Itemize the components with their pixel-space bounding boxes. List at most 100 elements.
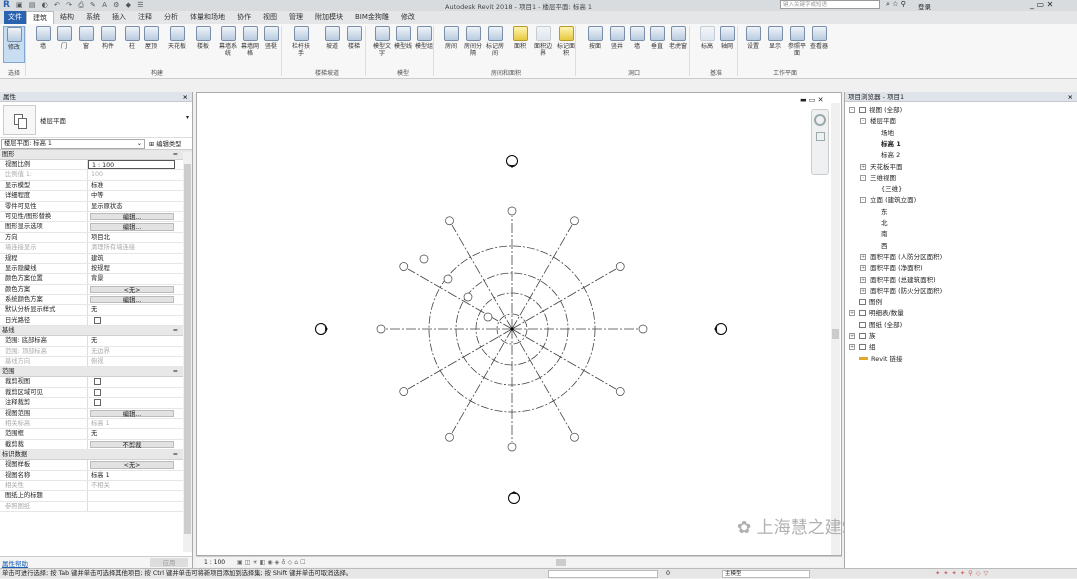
browser-node[interactable]: 西 (881, 242, 888, 251)
ribbon-button-9[interactable]: 幕墙系统 (217, 26, 239, 57)
account-icons[interactable]: ⌕ ☆ ⚲ (886, 0, 906, 9)
browser-node[interactable]: - 三维视图 (860, 174, 896, 183)
ribbon-button-4[interactable]: 构件 (97, 26, 119, 50)
center-point[interactable] (510, 327, 514, 331)
window-controls[interactable]: _ ▭ ✕ (1030, 0, 1053, 9)
ribbon-button-29[interactable]: 标高 (696, 26, 718, 50)
tab-11[interactable]: BIM金狗雕 (349, 11, 395, 24)
browser-node[interactable]: 图例 (859, 298, 882, 307)
property-value[interactable]: 无 (88, 429, 175, 438)
view-window-controls[interactable]: ▬ ▭ ✕ (800, 96, 824, 104)
property-button[interactable]: 编辑... (90, 223, 174, 231)
ribbon-button-13[interactable]: 坡道 (321, 26, 343, 50)
ribbon-button-27[interactable]: 垂直 (646, 26, 668, 50)
radial-grid-line[interactable] (451, 328, 513, 434)
navigation-bar[interactable] (811, 109, 829, 175)
arc-grid-bubble[interactable] (419, 254, 429, 264)
collapse-icon[interactable]: - (849, 107, 855, 113)
expand-icon[interactable]: + (860, 287, 866, 294)
apply-button[interactable]: 应用 (150, 558, 188, 567)
browser-node[interactable]: - 视图 (全部) (849, 106, 902, 115)
property-value[interactable]: 按规程 (88, 264, 175, 273)
grid-bubble[interactable] (615, 387, 625, 396)
property-value[interactable]: 项目北 (88, 233, 175, 242)
browser-node[interactable]: + 明细表/数量 (849, 309, 904, 318)
property-value[interactable]: 无 (88, 305, 175, 314)
property-value[interactable]: 建筑 (88, 254, 175, 263)
property-checkbox[interactable] (94, 388, 101, 396)
property-section-header[interactable]: 图形 ≈ (0, 150, 192, 160)
property-checkbox[interactable] (94, 399, 101, 407)
ribbon-button-18[interactable]: 房间 (440, 26, 462, 50)
radial-grid-line[interactable] (407, 268, 513, 330)
tab-3[interactable]: 插入 (106, 11, 132, 24)
ribbon-button-24[interactable]: 按面 (584, 26, 606, 50)
grid-bubble[interactable] (638, 324, 648, 334)
collapse-icon[interactable]: - (860, 174, 866, 181)
arc-grid-bubble[interactable] (443, 274, 453, 284)
close-icon[interactable]: × (1068, 92, 1073, 102)
search-input[interactable]: 键入关键字或短语 (780, 0, 880, 9)
property-checkbox[interactable] (94, 378, 101, 386)
property-value[interactable]: 标准 (88, 181, 175, 190)
view-control-icons[interactable]: ▣◫☀◧◉◈♁◇⌂☐ (237, 559, 307, 566)
browser-node[interactable]: {三维} (881, 185, 902, 194)
elevation-marker[interactable] (315, 323, 329, 335)
ribbon-button-8[interactable]: 楼板 (192, 26, 214, 50)
property-value[interactable]: 无边界 (88, 347, 175, 356)
vertical-scrollbar[interactable] (831, 103, 840, 555)
ribbon-button-7[interactable]: 天花板 (166, 26, 188, 50)
expand-icon[interactable]: + (860, 265, 866, 272)
drawing-canvas[interactable]: ▬ ▭ ✕ ✿ 上海慧之建SmartBIM (196, 92, 924, 557)
tab-12[interactable]: 修改 (395, 11, 421, 24)
expand-icon[interactable]: + (860, 253, 866, 260)
browser-node[interactable]: Revit 链接 (859, 355, 903, 364)
scrollbar[interactable] (183, 152, 192, 552)
ribbon-button-26[interactable]: 墙 (626, 26, 648, 50)
browser-node[interactable]: + 面积平面 (总建筑面积) (860, 276, 936, 285)
ribbon-button-11[interactable]: 竖梃 (260, 26, 282, 50)
elevation-marker[interactable] (714, 323, 727, 335)
ribbon-button-3[interactable]: 窗 (75, 26, 97, 50)
elevation-marker[interactable] (508, 491, 520, 504)
grid-plan-drawing[interactable] (197, 93, 843, 557)
collapse-icon[interactable]: - (860, 118, 866, 125)
browser-node[interactable]: 标高 1 (881, 140, 901, 149)
horizontal-scroll-thumb[interactable] (556, 559, 566, 566)
browser-node[interactable]: + 族 (849, 332, 876, 341)
property-value[interactable]: 俯视 (88, 357, 175, 366)
tab-2[interactable]: 系统 (80, 11, 106, 24)
ribbon-button-1[interactable]: 墙 (32, 26, 54, 50)
property-value[interactable]: 无 (88, 336, 175, 345)
property-button[interactable]: 编辑... (90, 212, 174, 221)
property-button[interactable]: <无> (90, 461, 174, 469)
browser-node[interactable]: + 面积平面 (净面积) (860, 264, 923, 273)
property-value[interactable]: 显示原状态 (88, 202, 175, 211)
browser-node[interactable]: + 天花板平面 (860, 163, 903, 172)
radial-grid-line[interactable] (511, 268, 617, 330)
ribbon-button-28[interactable]: 老虎窗 (667, 26, 689, 50)
grid-bubble[interactable] (507, 442, 517, 452)
grid-bubble[interactable] (570, 216, 579, 226)
ribbon-button-22[interactable]: 面积边界 (532, 26, 554, 57)
ribbon-button-21[interactable]: 面积 (509, 26, 531, 50)
tab-0[interactable]: 建筑 (26, 11, 54, 24)
ribbon-button-25[interactable]: 竖井 (606, 26, 628, 50)
property-value[interactable]: 清理所有墙连接 (88, 243, 175, 252)
arc-grid-bubble[interactable] (483, 312, 493, 322)
workset-selector[interactable]: 主模型 (722, 570, 810, 578)
browser-node[interactable]: 东 (881, 208, 888, 217)
property-value[interactable]: 中等 (88, 191, 175, 200)
tab-5[interactable]: 分析 (158, 11, 184, 24)
dropdown-icon[interactable]: ▾ (186, 114, 189, 121)
ribbon-button-2[interactable]: 门 (53, 26, 75, 50)
ribbon-button-15[interactable]: 模型文字 (371, 26, 393, 57)
ribbon-button-19[interactable]: 房间分隔 (462, 26, 484, 57)
ribbon-button-0[interactable]: 修改 (3, 26, 25, 63)
browser-node[interactable]: 图纸 (全部) (859, 321, 902, 330)
revit-logo-icon[interactable]: R (3, 0, 10, 10)
tab-4[interactable]: 注释 (132, 11, 158, 24)
property-button[interactable]: 不剪裁 (90, 440, 174, 449)
radial-grid-line[interactable] (511, 328, 573, 434)
edit-type-button[interactable]: ⊞ 编辑类型 (149, 139, 181, 148)
